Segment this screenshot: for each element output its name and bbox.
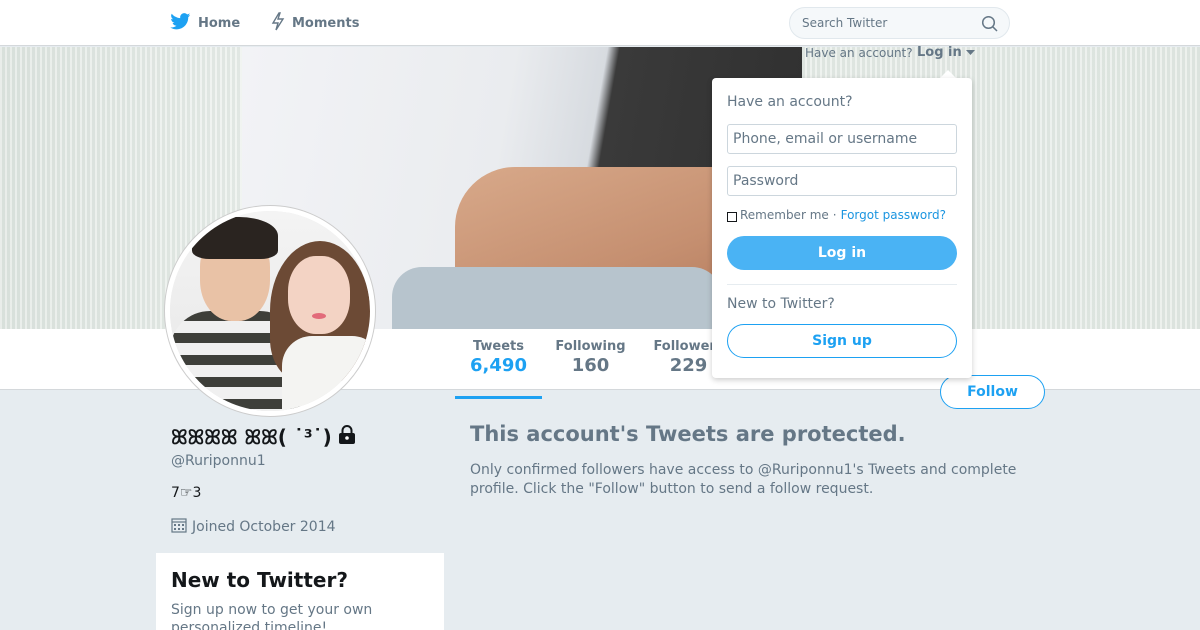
dropdown-caret [940, 70, 956, 78]
profile-name: ꕤꕤꕤꕤ ꕤꕤ( ˙³˙) [171, 425, 356, 449]
signup-module-title: New to Twitter? [171, 568, 348, 592]
profile-bio: 7☞3 [171, 485, 202, 501]
login-toggle-label: Log in [917, 45, 962, 60]
login-heading: Have an account? [727, 94, 853, 110]
protected-title: This account's Tweets are protected. [470, 422, 906, 446]
profile-name-text: ꕤꕤꕤꕤ ꕤꕤ( ˙³˙) [171, 425, 332, 449]
stat-following-value: 160 [571, 355, 610, 376]
login-dropdown: Have an account? Remember me · Forgot pa… [712, 78, 972, 378]
screen-name[interactable]: @Ruriponnu1 [171, 453, 266, 469]
follow-button[interactable]: Follow [940, 375, 1045, 409]
username-field[interactable] [727, 124, 957, 154]
calendar-icon [171, 517, 187, 537]
signup-module-text: Sign up now to get your own personalized… [171, 602, 373, 630]
join-date: Joined October 2014 [171, 517, 336, 537]
avatar[interactable] [165, 206, 375, 416]
lock-icon [338, 425, 356, 449]
search-icon[interactable] [981, 15, 999, 33]
login-dropdown-toggle[interactable]: Log in [917, 45, 976, 60]
have-account-prompt: Have an account? [805, 46, 913, 60]
remember-me-checkbox[interactable] [727, 212, 737, 222]
login-button[interactable]: Log in [727, 236, 957, 270]
remember-row: Remember me · Forgot password? [727, 208, 946, 222]
stat-following-label: Following [555, 339, 626, 354]
lightning-icon [271, 11, 285, 35]
signup-button[interactable]: Sign up [727, 324, 957, 358]
signup-module: New to Twitter? Sign up now to get your … [156, 553, 444, 630]
remember-me-label[interactable]: Remember me [740, 208, 829, 222]
top-navigation-bar: Home Moments [0, 0, 1200, 46]
nav-home-label: Home [198, 15, 241, 31]
new-to-twitter-label: New to Twitter? [727, 296, 835, 312]
separator-dot: · [832, 208, 837, 222]
search-box[interactable] [789, 7, 1010, 39]
caret-down-icon [966, 45, 976, 60]
protected-text: Only confirmed followers have access to … [470, 462, 1017, 497]
stat-tweets[interactable]: Tweets 6,490 [455, 339, 542, 399]
password-field[interactable] [727, 166, 957, 196]
divider [727, 284, 957, 285]
twitter-bird-icon [170, 12, 191, 34]
stat-following[interactable]: Following 160 [550, 339, 631, 376]
search-input[interactable] [790, 8, 970, 38]
banner-jeans [392, 267, 722, 329]
forgot-password-link[interactable]: Forgot password? [841, 208, 946, 222]
nav-moments[interactable]: Moments [271, 0, 359, 46]
nav-home[interactable]: Home [170, 0, 240, 46]
stat-tweets-value: 6,490 [470, 355, 527, 376]
nav-moments-label: Moments [292, 15, 360, 31]
join-date-text: Joined October 2014 [192, 519, 336, 535]
stat-tweets-label: Tweets [472, 339, 525, 354]
